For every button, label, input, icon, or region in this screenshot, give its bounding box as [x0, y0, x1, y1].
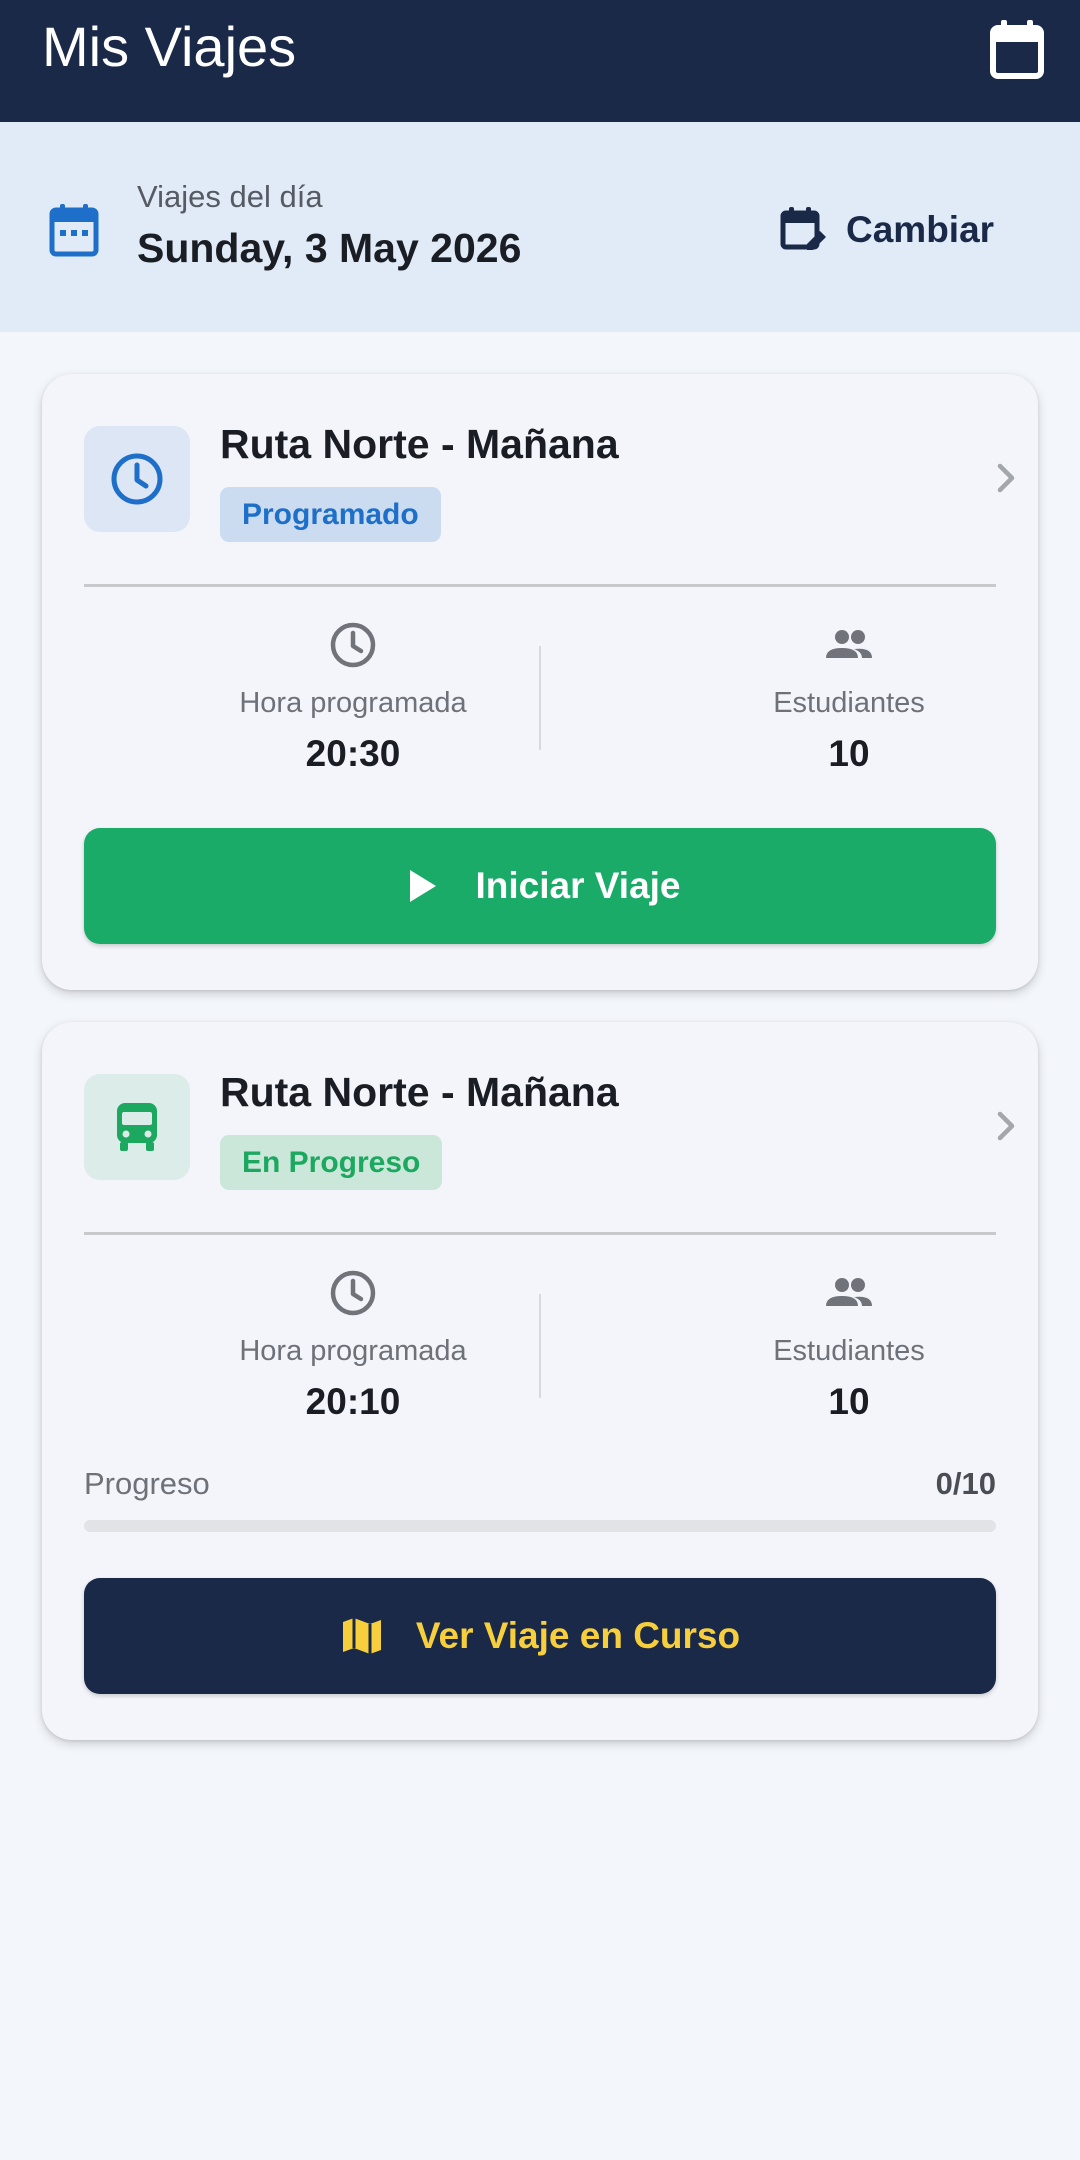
stat-value: 20:10 — [305, 1381, 401, 1422]
start-trip-label: Iniciar Viaje — [475, 865, 681, 906]
trip-card-header[interactable]: Ruta Norte - Mañana En Progreso — [42, 1022, 1038, 1232]
card-divider — [84, 1232, 996, 1235]
stat-label: Estudiantes — [773, 1335, 925, 1367]
clock-icon — [330, 1270, 376, 1316]
stat-value: 20:30 — [305, 733, 401, 774]
clock-icon — [330, 622, 376, 668]
map-icon — [342, 1618, 381, 1654]
stat-label: Hora programada — [239, 687, 467, 719]
trip-card: Ruta Norte - Mañana En Progreso Hora pro… — [42, 1022, 1038, 1740]
stat-value: 10 — [828, 1381, 870, 1422]
trip-route-name: Ruta Norte - Mañana — [220, 1069, 619, 1115]
status-icon-tile — [84, 426, 190, 532]
students-stat: Estudiantes 10 — [649, 1268, 1049, 1426]
calendar-icon[interactable] — [988, 18, 1046, 80]
view-trip-button[interactable]: Ver Viaje en Curso — [84, 1578, 996, 1694]
progress-bar — [84, 1520, 996, 1532]
bus-icon — [117, 1103, 157, 1151]
stat-separator — [539, 646, 541, 750]
progress-label: Progreso — [84, 1466, 210, 1501]
status-icon-tile — [84, 1074, 190, 1180]
students-stat: Estudiantes 10 — [649, 620, 1049, 778]
stat-separator — [539, 1294, 541, 1398]
trip-route-name: Ruta Norte - Mañana — [220, 421, 619, 467]
scheduled-time-stat: Hora programada 20:10 — [153, 1268, 553, 1426]
card-divider — [84, 584, 996, 587]
chevron-right-icon — [997, 1111, 1015, 1141]
status-badge: Programado — [220, 487, 441, 542]
status-badge: En Progreso — [220, 1135, 443, 1190]
scheduled-time-stat: Hora programada 20:30 — [153, 620, 553, 778]
people-icon — [826, 1278, 872, 1306]
trip-card-header[interactable]: Ruta Norte - Mañana Programado — [42, 374, 1038, 584]
clock-icon — [111, 453, 163, 505]
app-bar: Mis Viajes — [0, 0, 1080, 122]
stat-value: 10 — [828, 733, 870, 774]
page-title: Mis Viajes — [42, 15, 297, 78]
selected-date: Sunday, 3 May 2026 — [137, 225, 522, 271]
calendar-month-icon — [49, 204, 99, 257]
people-icon — [826, 630, 872, 658]
date-selector-bar: Viajes del día Sunday, 3 May 2026 Cambia… — [0, 122, 1080, 332]
stat-label: Hora programada — [239, 1335, 467, 1367]
stat-label: Estudiantes — [773, 687, 925, 719]
view-trip-label: Ver Viaje en Curso — [415, 1615, 741, 1656]
play-icon — [409, 870, 436, 902]
chevron-right-icon — [997, 463, 1015, 493]
edit-calendar-icon — [780, 207, 826, 250]
trip-card: Ruta Norte - Mañana Programado Hora prog… — [42, 374, 1038, 990]
date-bar-label: Viajes del día — [137, 179, 323, 214]
start-trip-button[interactable]: Iniciar Viaje — [84, 828, 996, 944]
change-date-label: Cambiar — [846, 209, 995, 250]
change-date-button[interactable]: Cambiar — [780, 194, 1020, 266]
progress-count: 0/10 — [935, 1466, 996, 1501]
